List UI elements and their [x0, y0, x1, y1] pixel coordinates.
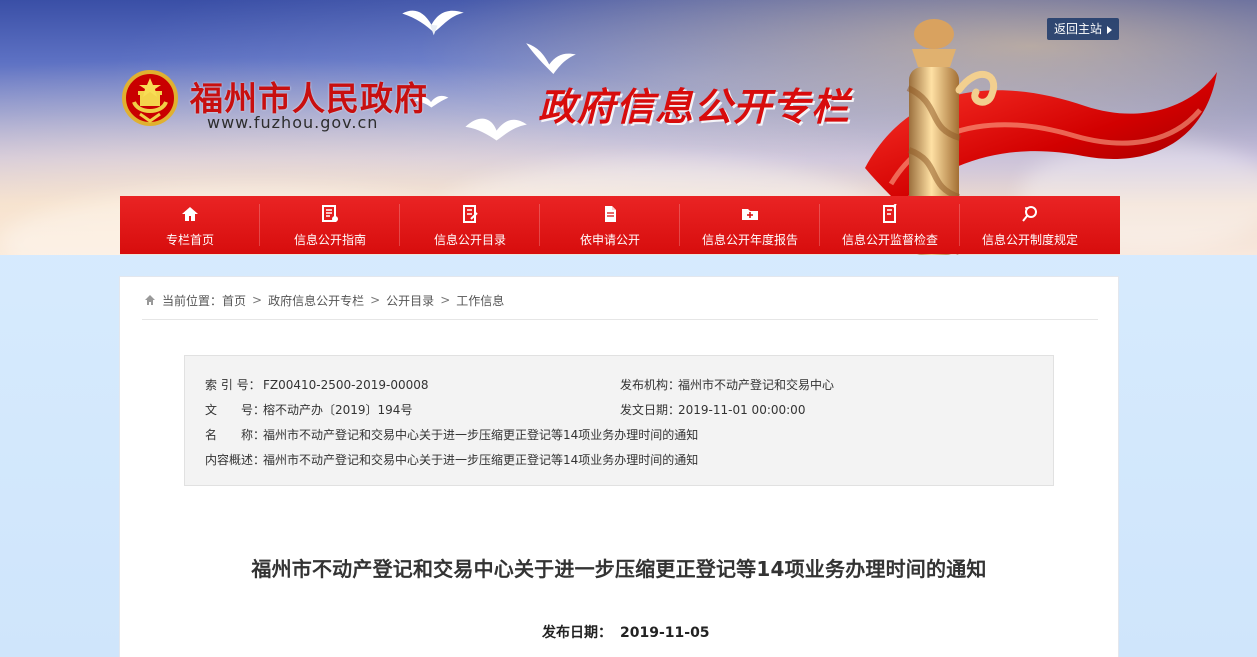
publish-date-value: 2019-11-05 — [620, 625, 710, 641]
metadata-value: 2019-11-01 00:00:00 — [678, 403, 806, 417]
nav-label: 信息公开目录 — [433, 233, 506, 247]
metadata-value: FZ00410-2500-2019-00008 — [263, 378, 429, 392]
catalog-icon — [463, 205, 478, 223]
article-title: 福州市不动产登记和交易中心关于进一步压缩更正登记等14项业务办理时间的通知 — [251, 557, 987, 582]
metadata-label: 发布机构： — [620, 378, 681, 392]
metadata-document-number: 文 号：榕不动产办〔2019〕194号 — [205, 401, 412, 418]
breadcrumb: 当前位置： 首页 > 政府信息公开专栏 > 公开目录 > 工作信息 — [144, 291, 504, 309]
return-main-site-link[interactable]: 返回主站 — [1047, 18, 1119, 40]
breadcrumb-link-work-info[interactable]: 工作信息 — [456, 292, 504, 309]
metadata-document-date: 发文日期：2019-11-01 00:00:00 — [620, 401, 805, 418]
seagull-image — [465, 118, 527, 141]
nav-item-home[interactable]: 专栏首页 — [120, 196, 260, 254]
metadata-value: 福州市不动产登记和交易中心 — [678, 378, 835, 392]
site-url: www.fuzhou.gov.cn — [207, 113, 379, 132]
breadcrumb-separator: > — [252, 293, 263, 307]
breadcrumb-prefix: 当前位置： — [162, 293, 223, 308]
nav-item-annual-report[interactable]: 信息公开年度报告 — [680, 196, 820, 254]
seagull-image — [402, 10, 464, 36]
metadata-index-number: 索 引 号： FZ00410-2500-2019-00008 — [205, 376, 429, 393]
publish-date: 发布日期： 2019-11-05 — [542, 622, 710, 642]
document-metadata: 索 引 号： FZ00410-2500-2019-00008 发布机构：福州市不动… — [184, 355, 1054, 486]
metadata-label: 名 称： — [205, 428, 266, 442]
nav-item-regulations[interactable]: 信息公开制度规定 — [960, 196, 1100, 254]
guide-icon — [322, 205, 338, 222]
nav-item-catalog[interactable]: 信息公开目录 — [400, 196, 540, 254]
breadcrumb-link-info-column[interactable]: 政府信息公开专栏 — [268, 292, 364, 309]
home-icon — [182, 207, 198, 221]
metadata-name: 名 称：福州市不动产登记和交易中心关于进一步压缩更正登记等14项业务办理时间的通… — [205, 426, 698, 443]
metadata-label: 文 号： — [205, 403, 266, 417]
nav-label: 信息公开年度报告 — [701, 233, 798, 247]
metadata-summary: 内容概述：福州市不动产登记和交易中心关于进一步压缩更正登记等14项业务办理时间的… — [205, 451, 698, 468]
inspection-icon — [883, 204, 897, 223]
nav-label: 信息公开指南 — [293, 233, 366, 247]
metadata-publisher: 发布机构：福州市不动产登记和交易中心 — [620, 376, 834, 393]
nav-item-application[interactable]: 依申请公开 — [540, 196, 680, 254]
metadata-value: 福州市不动产登记和交易中心关于进一步压缩更正登记等14项业务办理时间的通知 — [263, 428, 699, 442]
nav-label: 专栏首页 — [165, 233, 214, 247]
breadcrumb-divider — [142, 319, 1098, 320]
return-main-site-label: 返回主站 — [1053, 22, 1102, 36]
metadata-label: 内容概述： — [205, 453, 266, 467]
column-title: 政府信息公开专栏 — [538, 85, 851, 129]
breadcrumb-separator: > — [370, 293, 381, 307]
publish-date-label: 发布日期： — [542, 625, 612, 641]
national-emblem-icon — [122, 70, 178, 126]
folder-icon — [742, 209, 758, 220]
nav-item-supervision[interactable]: 信息公开监督检查 — [820, 196, 960, 254]
metadata-value: 福州市不动产登记和交易中心关于进一步压缩更正登记等14项业务办理时间的通知 — [263, 453, 699, 467]
metadata-value: 榕不动产办〔2019〕194号 — [263, 403, 413, 417]
search-icon — [1022, 206, 1037, 222]
metadata-label: 索 引 号： — [205, 378, 261, 392]
nav-item-guide[interactable]: 信息公开指南 — [260, 196, 400, 254]
nav-label: 信息公开监督检查 — [841, 233, 938, 247]
nav-label: 信息公开制度规定 — [981, 233, 1078, 247]
breadcrumb-link-home[interactable]: 首页 — [222, 292, 246, 309]
government-information-page: 福州市人民政府 www.fuzhou.gov.cn 政府信息公开专栏 返回主站 … — [0, 0, 1257, 657]
breadcrumb-separator: > — [440, 293, 451, 307]
nav-label: 依申请公开 — [579, 233, 640, 247]
breadcrumb-link-catalog[interactable]: 公开目录 — [386, 292, 434, 309]
article-card: 当前位置： 首页 > 政府信息公开专栏 > 公开目录 > 工作信息 索 引 号：… — [120, 277, 1118, 657]
metadata-label: 发文日期： — [620, 403, 681, 417]
document-icon — [605, 206, 616, 222]
chevron-right-icon — [1107, 26, 1112, 34]
home-icon — [145, 295, 155, 305]
main-navigation: 专栏首页 信息公开指南 信息公开目录 依申请公开 信息公开年度报告 信息公开监督… — [120, 196, 1120, 254]
